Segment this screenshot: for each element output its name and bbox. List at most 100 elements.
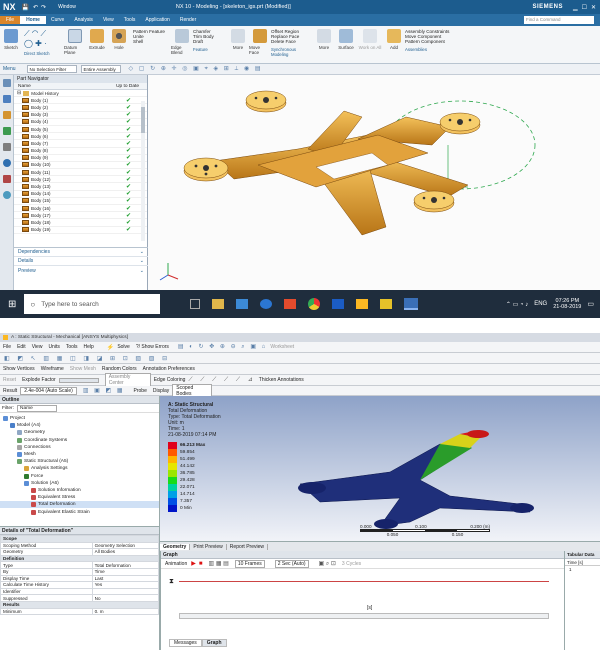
web-browser-icon[interactable] [3, 159, 11, 167]
move-face-button[interactable]: Move Face [249, 29, 271, 55]
filter-select[interactable]: Name [17, 404, 57, 412]
clock[interactable]: 07:26 PM 21-08-2019 [553, 298, 581, 310]
menu-units[interactable]: Units [45, 344, 62, 350]
taskbar-search-input[interactable]: ○ Type here to search [24, 294, 161, 314]
details-value[interactable]: Total Deformation [91, 561, 160, 569]
tab-print-preview[interactable]: Print Preview [190, 543, 227, 550]
stop-icon[interactable]: ■ [199, 561, 203, 567]
siemens-nx-active-icon[interactable] [404, 298, 419, 310]
outline-tree-item[interactable]: Connections [0, 444, 159, 451]
menu-tools[interactable]: Tools [63, 344, 81, 350]
save-icon[interactable]: 💾 [22, 4, 29, 11]
details-row[interactable]: Type Total Deformation [0, 561, 160, 569]
details-value[interactable]: Geometry Selection [91, 541, 160, 550]
minimize-icon[interactable]: ▁ [573, 4, 578, 11]
tab-report-preview[interactable]: Report Preview [227, 543, 268, 550]
outline-tree-item[interactable]: Static Structural (A5) [0, 458, 159, 465]
delete-face-button[interactable]: Delete Face [271, 39, 313, 44]
outline-tree-item[interactable]: Coordinate Systems [0, 437, 159, 444]
ansys-graphics-window[interactable]: A: Static Structural Total Deformation T… [160, 396, 600, 541]
extrude-button[interactable]: Extrude [86, 29, 108, 50]
annotation-preferences-button[interactable]: Annotation Preferences [140, 366, 198, 372]
menu-home[interactable]: Home [20, 16, 46, 24]
details-value[interactable]: 0. m [91, 607, 160, 616]
outline-tree-item[interactable]: Project [0, 415, 159, 422]
details-row[interactable]: Display Time Last [0, 574, 160, 583]
shell-button[interactable]: Shell [133, 39, 171, 44]
menu-help[interactable]: Help [81, 344, 97, 350]
details-value[interactable]: Last [91, 574, 160, 583]
outline-tree-item[interactable]: Mesh [0, 451, 159, 458]
close-icon[interactable]: ✕ [591, 4, 596, 11]
expand-icon[interactable]: ⊟ [17, 90, 21, 96]
history-icon[interactable] [3, 175, 11, 183]
solve-button[interactable]: Solve [114, 344, 133, 350]
outline-tree-item[interactable]: Solution (A6) [0, 480, 159, 487]
circle-plus-icons[interactable]: ◯ ✚ · [24, 39, 64, 48]
constraint-navigator-icon[interactable] [3, 127, 11, 135]
surface-button[interactable]: Surface [335, 29, 357, 50]
worksheet-button[interactable]: Worksheet [267, 344, 297, 350]
probe-button[interactable]: Probe [131, 388, 150, 394]
menu-view[interactable]: View [29, 344, 46, 350]
export-icons[interactable]: ▣ ⌕ ⊡ [319, 560, 336, 568]
file-explorer-icon[interactable] [212, 299, 225, 309]
details-row[interactable]: Suppressed No [0, 594, 160, 602]
snap-toolbar-icons[interactable]: ◇ ▢ ↻ ⊕ ✛ ◎ ▣ ⌖ ◈ ⊞ ⟂ ◉ ▤ [129, 65, 263, 73]
sketch-button[interactable]: Sketch [0, 29, 22, 50]
navigator-scrollbar[interactable] [141, 101, 145, 241]
menu-file[interactable]: File [0, 16, 21, 24]
col-up-to-date[interactable]: Up to Date [116, 84, 139, 89]
window-menu[interactable]: Window [58, 4, 76, 10]
show-errors-button[interactable]: ?/ Show Errors [133, 344, 172, 350]
redo-icon[interactable]: ↷ [41, 4, 46, 11]
word-icon[interactable] [332, 299, 345, 309]
selection-filter-select[interactable]: No Selection Filter [26, 65, 77, 73]
scroll-thumb[interactable] [141, 107, 145, 133]
time-cursor-icon[interactable]: ⧗ [169, 578, 174, 586]
duration-select[interactable]: 2 Sec (Auto) [274, 559, 309, 568]
menu-file[interactable]: File [0, 344, 14, 350]
details-row[interactable]: Calculate Time History Yes [0, 581, 160, 589]
details-row[interactable]: Identifier [0, 587, 160, 596]
outline-tree-item[interactable]: Equivalent Elastic Strain [0, 508, 159, 515]
ansys-taskbar-icon[interactable] [356, 299, 369, 309]
wireframe-button[interactable]: Wireframe [38, 366, 67, 372]
body-row[interactable]: Body (19) ✔ [14, 227, 147, 234]
menu-curve[interactable]: Curve [46, 17, 69, 23]
line-arc-icons[interactable]: ⟋ ◠ ⟋ [24, 29, 64, 39]
show-vertices-button[interactable]: Show Vertices [0, 366, 38, 372]
pattern-component-button[interactable]: Pattern Component [405, 39, 467, 44]
edge-coloring-button[interactable]: Edge Coloring [151, 377, 189, 383]
command-search-input[interactable]: Find a Command [524, 16, 594, 24]
outline-tree-item[interactable]: Analysis Settings [0, 465, 159, 472]
reuse-library-icon[interactable] [3, 143, 11, 151]
details-value[interactable]: Time [91, 567, 160, 576]
more-feature-button[interactable]: More [227, 29, 249, 50]
outline-tree-item[interactable]: Geometry [0, 429, 159, 436]
nx-taskbar-icon[interactable] [380, 299, 393, 309]
select-toolbar-icons[interactable]: ◧ ◩ ↖ ▥ ▦ ◫ ◨ ◪ ⊞ ⊡ ▧ ▨ ⊟ [4, 355, 170, 362]
tab-graph[interactable]: Graph [201, 639, 227, 647]
hole-button[interactable]: Hole [108, 29, 130, 50]
menu-render[interactable]: Render [175, 17, 201, 23]
part-navigator-icon[interactable] [3, 95, 11, 103]
chrome-icon[interactable] [308, 298, 321, 310]
details-value[interactable]: Yes [91, 581, 160, 589]
tab-geometry[interactable]: Geometry [160, 543, 191, 550]
draft-button[interactable]: Draft [193, 39, 227, 44]
outline-tree-item[interactable]: Model (A4) [0, 422, 159, 429]
nx-graphics-window[interactable] [148, 75, 600, 290]
tray-icons[interactable]: ⌃ ▭ ◔ ♪ [506, 301, 528, 308]
outline-tree-item[interactable]: Solution Information [0, 487, 159, 494]
outline-tree-item[interactable]: Total Deformation [0, 501, 159, 509]
datum-plane-button[interactable]: Datum Plane [64, 29, 86, 55]
reset-button[interactable]: Reset [0, 377, 19, 383]
add-button[interactable]: Add [383, 29, 405, 50]
menu-dropdown[interactable]: Menu [0, 66, 19, 72]
graph-plot[interactable] [179, 581, 549, 601]
menu-application[interactable]: Application [140, 17, 174, 23]
details-value[interactable]: All Bodies [91, 548, 160, 556]
graph-timeline[interactable] [179, 613, 549, 619]
col-name[interactable]: Name [18, 84, 31, 89]
